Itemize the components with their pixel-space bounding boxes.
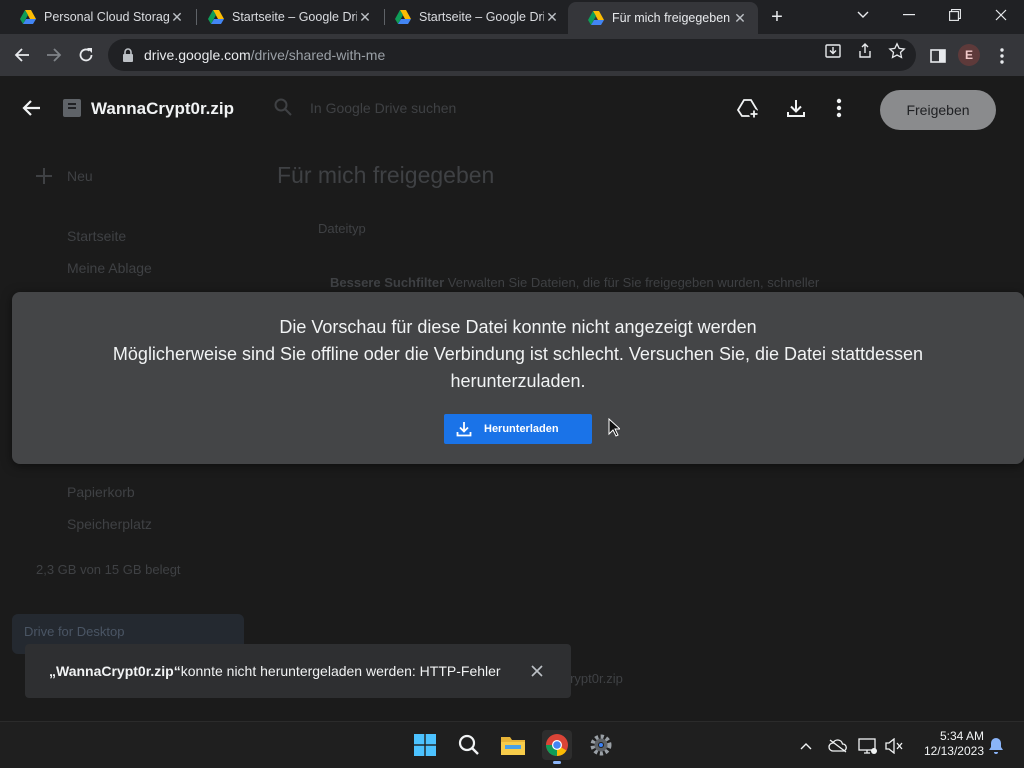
drive-page: In Google Drive suchen Neu Für mich frei… xyxy=(0,76,1024,721)
background-plus-icon xyxy=(36,168,52,184)
tab-title: Für mich freigegeben – xyxy=(612,11,732,25)
background-storage-text: 2,3 GB von 15 GB belegt xyxy=(36,562,181,577)
minimize-button[interactable] xyxy=(886,0,932,30)
install-app-icon[interactable] xyxy=(824,42,842,60)
background-sidebar-trash: Papierkorb xyxy=(67,484,135,500)
reload-icon[interactable] xyxy=(74,43,98,67)
tab-close-icon[interactable]: ✕ xyxy=(544,9,560,25)
browser-tab-active[interactable]: Für mich freigegeben – ✕ xyxy=(568,2,758,34)
volume-muted-icon[interactable] xyxy=(884,736,904,756)
zip-file-icon xyxy=(62,98,82,118)
snackbar-file-name: „WannaCrypt0r.zip“ xyxy=(49,663,181,679)
onedrive-offline-icon[interactable] xyxy=(828,736,848,756)
side-panel-icon[interactable] xyxy=(928,46,948,66)
background-banner-text: Verwalten Sie Dateien, die für Sie freig… xyxy=(444,275,820,290)
error-message-line2: herunterzuladen. xyxy=(450,371,586,391)
browser-toolbar: drive.google.com/drive/shared-with-me E xyxy=(0,34,1024,76)
add-to-drive-icon[interactable] xyxy=(736,97,760,121)
settings-gear-icon[interactable] xyxy=(586,730,616,760)
restore-button[interactable] xyxy=(932,0,978,30)
profile-avatar[interactable]: E xyxy=(958,44,980,66)
taskbar-search-icon[interactable] xyxy=(454,730,484,760)
share-button[interactable]: Freigeben xyxy=(880,90,996,130)
background-banner: Bessere Suchfilter Verwalten Sie Dateien… xyxy=(330,275,819,290)
tab-search-icon[interactable] xyxy=(840,0,886,30)
new-tab-button[interactable]: + xyxy=(766,6,788,28)
more-options-icon[interactable] xyxy=(836,98,852,120)
error-title: Die Vorschau für diese Datei konnte nich… xyxy=(279,317,757,337)
background-sidebar-storage: Speicherplatz xyxy=(67,516,152,532)
back-arrow-icon[interactable] xyxy=(10,43,34,67)
clock-time: 5:34 AM xyxy=(939,729,984,743)
browser-tab-strip: Personal Cloud Storage ✕ Startseite – Go… xyxy=(0,0,1024,34)
share-page-icon[interactable] xyxy=(856,42,874,60)
start-menu-icon[interactable] xyxy=(410,730,440,760)
mouse-cursor-icon xyxy=(608,418,620,437)
close-window-button[interactable] xyxy=(978,0,1024,30)
background-sidebar-mydrive: Meine Ablage xyxy=(67,260,152,276)
google-drive-icon xyxy=(208,10,224,24)
background-type-chip: Dateityp xyxy=(318,221,366,236)
google-drive-icon xyxy=(20,10,36,24)
google-drive-icon xyxy=(588,11,604,25)
preview-error-dialog: Die Vorschau für diese Datei konnte nich… xyxy=(12,292,1024,464)
background-banner-bold: Bessere Suchfilter xyxy=(330,275,445,290)
url-path: /drive/shared-with-me xyxy=(250,47,386,63)
browser-tab-3[interactable]: Startseite – Google Driv ✕ xyxy=(375,0,570,34)
menu-kebab-icon[interactable] xyxy=(992,46,1012,66)
tab-title: Startseite – Google Driv xyxy=(419,10,544,24)
snackbar-close-icon[interactable] xyxy=(527,661,547,681)
running-indicator xyxy=(553,761,561,764)
system-clock[interactable]: 5:34 AM 12/13/2023 xyxy=(910,729,984,759)
windows-taskbar: 5:34 AM 12/13/2023 xyxy=(0,721,1024,768)
error-message-line1: Möglicherweise sind Sie offline oder die… xyxy=(112,344,924,364)
tab-title: Personal Cloud Storage xyxy=(44,10,169,24)
file-explorer-icon[interactable] xyxy=(498,730,528,760)
tray-chevron-up-icon[interactable] xyxy=(796,736,816,756)
snackbar-message: konnte nicht heruntergeladen werden: HTT… xyxy=(180,663,501,679)
browser-tab-1[interactable]: Personal Cloud Storage ✕ xyxy=(0,0,195,34)
download-icon xyxy=(456,422,472,437)
download-icon[interactable] xyxy=(786,98,808,120)
viewer-file-name: WannaCrypt0r.zip xyxy=(91,99,234,118)
background-sidebar-home: Startseite xyxy=(67,228,127,244)
notification-bell-icon[interactable] xyxy=(986,736,1006,756)
tab-title: Startseite – Google Driv xyxy=(232,10,357,24)
browser-tab-2[interactable]: Startseite – Google Driv ✕ xyxy=(188,0,383,34)
forward-arrow-icon[interactable] xyxy=(42,43,66,67)
chrome-taskbar-icon[interactable] xyxy=(542,730,572,764)
background-desktop-promo: Drive for Desktop xyxy=(24,624,125,639)
file-viewer-header: WannaCrypt0r.zip Freigeben xyxy=(0,76,1024,142)
tab-close-icon[interactable]: ✕ xyxy=(357,9,373,25)
background-heading: Für mich freigegeben xyxy=(277,162,495,188)
tab-close-icon[interactable]: ✕ xyxy=(732,10,748,26)
google-drive-icon xyxy=(395,10,411,24)
close-viewer-arrow-icon[interactable] xyxy=(22,98,44,120)
lock-icon xyxy=(123,48,133,62)
network-display-icon[interactable] xyxy=(858,736,878,756)
tab-close-icon[interactable]: ✕ xyxy=(169,9,185,25)
download-button[interactable]: Herunterladen xyxy=(444,414,592,444)
bookmark-star-icon[interactable] xyxy=(888,42,906,60)
address-bar[interactable]: drive.google.com/drive/shared-with-me xyxy=(108,39,916,71)
download-error-snackbar: „WannaCrypt0r.zip“ konnte nicht herunter… xyxy=(25,644,571,698)
background-new-label: Neu xyxy=(67,168,93,184)
download-button-label: Herunterladen xyxy=(484,423,559,435)
url-host: drive.google.com xyxy=(144,47,251,63)
clock-date: 12/13/2023 xyxy=(923,744,984,758)
